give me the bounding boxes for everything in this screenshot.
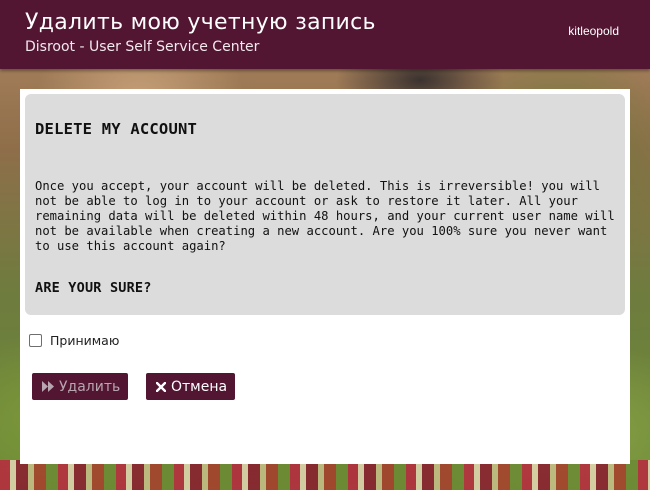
- background-photo: [0, 460, 650, 490]
- warning-heading: DELETE MY ACCOUNT: [35, 120, 198, 138]
- cancel-button-label: Отмена: [171, 378, 228, 395]
- fast-forward-icon: [42, 381, 54, 392]
- page-subtitle: Disroot - User Self Service Center: [25, 39, 260, 55]
- content-panel: DELETE MY ACCOUNT Once you accept, your …: [20, 89, 630, 464]
- confirmation-question: ARE YOUR SURE?: [35, 280, 152, 296]
- cancel-button[interactable]: Отмена: [146, 373, 235, 400]
- header-bar: Удалить мою учетную запись Disroot - Use…: [0, 0, 650, 69]
- delete-button-label: Удалить: [59, 378, 121, 395]
- page-title: Удалить мою учетную запись: [25, 10, 376, 35]
- username-link[interactable]: kitleopold: [568, 24, 619, 38]
- close-icon: [156, 381, 166, 392]
- warning-box: DELETE MY ACCOUNT Once you accept, your …: [25, 94, 625, 315]
- accept-checkbox[interactable]: [29, 334, 42, 347]
- accept-checkbox-row[interactable]: Принимаю: [29, 333, 119, 348]
- accept-checkbox-label: Принимаю: [50, 333, 120, 348]
- warning-text: Once you accept, your account will be de…: [35, 179, 615, 253]
- delete-button[interactable]: Удалить: [32, 373, 128, 400]
